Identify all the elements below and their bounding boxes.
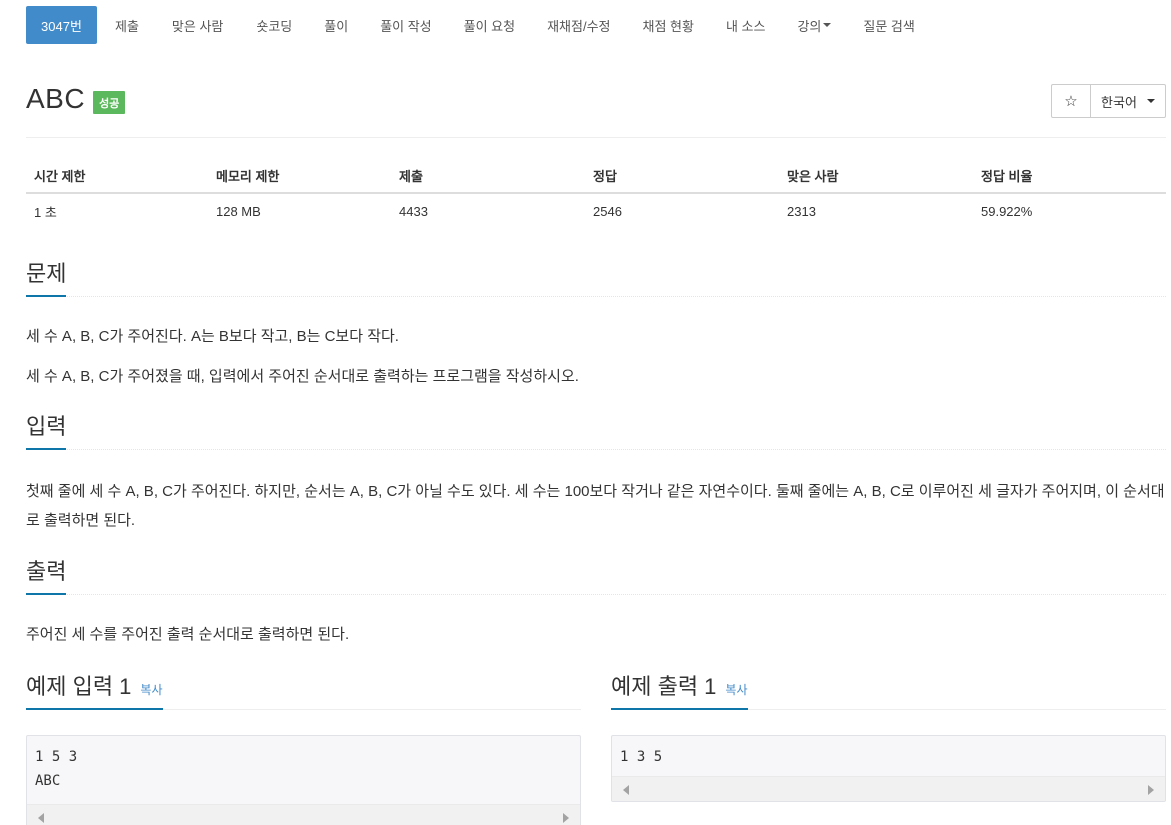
input-text: 첫째 줄에 세 수 A, B, C가 주어진다. 하지만, 순서는 A, B, …: [26, 483, 1165, 529]
tab-lecture[interactable]: 강의: [797, 6, 832, 44]
header-accepted: 정답: [585, 158, 779, 194]
copy-sample-input-link[interactable]: 복사: [140, 681, 162, 698]
input-section-title: 입력: [26, 409, 67, 450]
language-label: 한국어: [1101, 94, 1137, 110]
header-memory-limit: 메모리 제한: [208, 158, 391, 194]
tab-my-source[interactable]: 내 소스: [726, 6, 766, 44]
output-section-title: 출력: [26, 554, 67, 595]
sample-input-title: 예제 입력 1 복사: [26, 669, 163, 710]
problem-line-1: 세 수 A, B, C가 주어진다. A는 B보다 작고, B는 C보다 작다.: [26, 328, 399, 345]
solved-users-value: 2313: [787, 204, 816, 219]
sample-input-content: 1 5 3 ABC: [35, 749, 78, 789]
tab-rejudge[interactable]: 재채점/수정: [547, 6, 610, 44]
input-heading: 입력: [26, 414, 67, 439]
star-button[interactable]: ☆: [1051, 84, 1091, 118]
problem-nav: 3047번 제출 맞은 사람 숏코딩 풀이 풀이 작성 풀이 요청 재채점/수정…: [26, 6, 915, 44]
tab-lecture-label: 강의: [797, 18, 822, 34]
output-text: 주어진 세 수를 주어진 출력 순서대로 출력하면 된다.: [26, 626, 350, 643]
horizontal-scrollbar[interactable]: [27, 804, 580, 825]
sample-output-content: 1 3 5: [620, 749, 663, 765]
sample-input-header: 예제 입력 1 복사: [26, 671, 581, 710]
tab-question-search[interactable]: 질문 검색: [863, 6, 914, 44]
chevron-down-icon: [823, 23, 832, 27]
time-limit-value: 1 초: [34, 205, 57, 220]
accept-ratio-value: 59.922%: [981, 204, 1033, 219]
title-divider: [26, 137, 1166, 138]
tab-request-solution[interactable]: 풀이 요청: [464, 6, 515, 44]
tab-submit[interactable]: 제출: [115, 6, 139, 44]
problem-line-2: 세 수 A, B, C가 주어졌을 때, 입력에서 주어진 순서대로 출력하는 …: [26, 368, 579, 385]
problem-heading: 문제: [26, 261, 67, 286]
output-heading: 출력: [26, 559, 67, 584]
input-description: 첫째 줄에 세 수 A, B, C가 주어진다. 하지만, 순서는 A, B, …: [26, 477, 1166, 535]
sample-output-heading: 예제 출력 1: [611, 674, 717, 699]
output-section-header: 출력: [26, 556, 1166, 595]
status-badge: 성공: [93, 90, 126, 114]
star-icon: ☆: [1064, 93, 1078, 110]
tab-short-coding[interactable]: 숏코딩: [256, 6, 292, 44]
header-accept-ratio: 정답 비율: [973, 158, 1166, 194]
header-solved-users: 맞은 사람: [779, 158, 973, 194]
header-time-limit: 시간 제한: [26, 158, 208, 194]
scroll-left-icon[interactable]: [623, 785, 629, 795]
language-dropdown[interactable]: 한국어: [1091, 84, 1166, 118]
tab-write-solution[interactable]: 풀이 작성: [380, 6, 431, 44]
accepted-value: 2546: [593, 204, 622, 219]
copy-sample-output-link[interactable]: 복사: [725, 681, 747, 698]
output-description: 주어진 세 수를 주어진 출력 순서대로 출력하면 된다.: [26, 620, 1166, 649]
chevron-down-icon: [1146, 99, 1155, 103]
sample-output-title: 예제 출력 1 복사: [611, 669, 748, 710]
title-actions: ☆ 한국어: [1051, 84, 1166, 118]
submissions-value: 4433: [399, 204, 428, 219]
table-row: 1 초 128 MB 4433 2546 2313 59.922%: [26, 193, 1166, 229]
page-title: ABC: [26, 83, 86, 114]
scroll-left-icon[interactable]: [38, 813, 44, 823]
tab-correct-users[interactable]: 맞은 사람: [172, 6, 223, 44]
sample-output-header: 예제 출력 1 복사: [611, 671, 1166, 710]
input-section-header: 입력: [26, 411, 1166, 450]
tab-status[interactable]: 채점 현황: [643, 6, 694, 44]
problem-title-row: ABC 성공: [26, 83, 126, 115]
scroll-right-icon[interactable]: [563, 813, 569, 823]
header-submissions: 제출: [391, 158, 585, 194]
sample-input-heading: 예제 입력 1: [26, 674, 132, 699]
memory-limit-value: 128 MB: [216, 204, 261, 219]
horizontal-scrollbar[interactable]: [612, 776, 1165, 801]
problem-description: 세 수 A, B, C가 주어진다. A는 B보다 작고, B는 C보다 작다.…: [26, 322, 1166, 391]
problem-info-table: 시간 제한 메모리 제한 제출 정답 맞은 사람 정답 비율 1 초 128 M…: [26, 158, 1166, 229]
tab-problem[interactable]: 3047번: [26, 6, 97, 44]
tab-solution[interactable]: 풀이: [324, 6, 348, 44]
table-header-row: 시간 제한 메모리 제한 제출 정답 맞은 사람 정답 비율: [26, 158, 1166, 194]
sample-input-box: 1 5 3 ABC: [26, 735, 581, 825]
problem-section-title: 문제: [26, 256, 67, 297]
sample-output-box: 1 3 5: [611, 735, 1166, 802]
problem-section-header: 문제: [26, 258, 1166, 297]
scroll-right-icon[interactable]: [1148, 785, 1154, 795]
